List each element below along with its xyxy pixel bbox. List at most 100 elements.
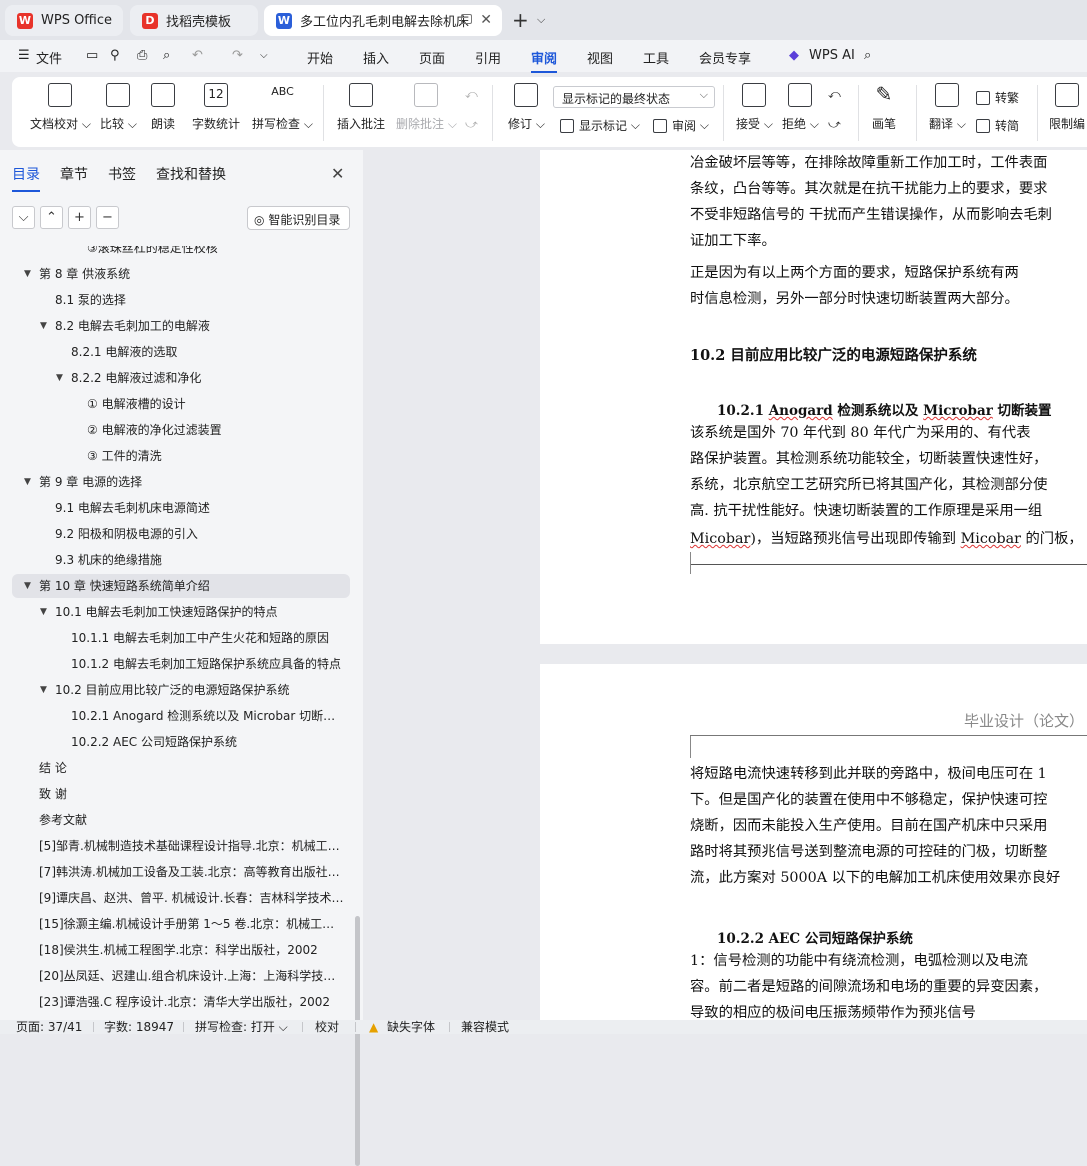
toc-item[interactable]: [7]韩洪涛.机械加工设备及工装.北京：高等教育出版社，2005	[39, 860, 345, 884]
to-traditional-button[interactable]: 转繁	[976, 89, 1019, 106]
expand-toggle-icon[interactable]: ▼	[40, 607, 47, 617]
page-indicator[interactable]: 页面: 37/41	[16, 1020, 82, 1034]
toc-item[interactable]: 9.1 电解去毛刺机床电源简述	[55, 496, 345, 520]
chevron-down-icon[interactable]: ⌵	[537, 13, 545, 27]
spell-check-button[interactable]: ABC 拼写检查 ⌵	[252, 83, 313, 132]
remove-heading-button[interactable]: −	[96, 206, 119, 229]
word-count-status[interactable]: 字数: 18947	[104, 1020, 174, 1034]
next-change-icon[interactable]: ⤻	[828, 117, 841, 132]
expand-down-button[interactable]: ⌵	[12, 206, 35, 229]
toc-item[interactable]: 9.2 阳极和阴极电源的引入	[55, 522, 345, 546]
prev-change-icon[interactable]: ⤺	[828, 87, 841, 102]
spell-check-status[interactable]: 拼写检查: 打开 ⌵	[195, 1020, 288, 1034]
toc-item[interactable]: 10.1.2 电解去毛刺加工短路保护系统应具备的特点	[71, 652, 345, 676]
menu-page[interactable]: 页面	[419, 48, 445, 67]
chevron-down-icon[interactable]: ⌵	[260, 50, 268, 61]
delete-comment-button[interactable]: 删除批注 ⌵	[396, 83, 457, 132]
toc-item[interactable]: 8.2 电解去毛刺加工的电解液	[55, 314, 345, 338]
window-icon[interactable]	[461, 14, 472, 24]
toc-item[interactable]: ③ 工件的清洗	[87, 444, 345, 468]
toc-item[interactable]: [20]丛凤廷、迟建山.组合机床设计.上海：上海科学技术出版社	[39, 964, 345, 988]
show-markup-button[interactable]: 显示标记 ⌵	[560, 117, 640, 134]
toc-item[interactable]: 8.2.2 电解液过滤和净化	[71, 366, 345, 390]
hamburger-icon[interactable]: ☰	[18, 48, 30, 63]
toc-item[interactable]: ① 电解液槽的设计	[87, 392, 345, 416]
menu-member[interactable]: 会员专享	[699, 48, 751, 67]
toc-item[interactable]: 9.3 机床的绝缘措施	[55, 548, 345, 572]
toc-item[interactable]: 10.2.2 AEC 公司短路保护系统	[71, 730, 345, 754]
proof-status[interactable]: 校对	[315, 1020, 339, 1034]
share-icon[interactable]: ⚲	[110, 48, 120, 63]
toc-item[interactable]: 结 论	[39, 756, 345, 780]
menu-file[interactable]: 文件	[36, 48, 62, 67]
toc-scrollbar[interactable]	[355, 916, 360, 1166]
menu-reference[interactable]: 引用	[475, 48, 501, 67]
next-comment-icon[interactable]: ⤻	[465, 117, 478, 132]
toc-item[interactable]: 第 9 章 电源的选择	[39, 470, 345, 494]
toc-item[interactable]: 10.2 目前应用比较广泛的电源短路保护系统	[55, 678, 345, 702]
collapse-up-button[interactable]: ⌃	[40, 206, 63, 229]
read-aloud-button[interactable]: 朗读	[151, 83, 175, 132]
search-icon[interactable]: ⌕	[864, 48, 871, 63]
word-count-button[interactable]: 12 字数统计	[192, 83, 240, 132]
restrict-edit-button[interactable]: 限制编	[1049, 83, 1085, 132]
menu-tools[interactable]: 工具	[643, 48, 669, 67]
expand-toggle-icon[interactable]: ▼	[24, 477, 31, 487]
toc-item[interactable]: [18]侯洪生.机械工程图学.北京：科学出版社，2002	[39, 938, 345, 962]
toc-item[interactable]: [15]徐灏主编.机械设计手册第 1～5 卷.北京：机械工业出版社	[39, 912, 345, 936]
close-pane-icon[interactable]: ✕	[331, 164, 344, 183]
markup-mode-select[interactable]: 显示标记的最终状态	[553, 86, 715, 108]
insert-comment-button[interactable]: 插入批注	[337, 83, 385, 132]
expand-toggle-icon[interactable]: ▼	[24, 269, 31, 279]
doc-check-button[interactable]: 文档校对 ⌵	[30, 83, 91, 132]
menu-insert[interactable]: 插入	[363, 48, 389, 67]
pen-button[interactable]: ✎ 画笔	[872, 83, 896, 132]
reject-button[interactable]: 拒绝 ⌵	[782, 83, 819, 132]
toc-item[interactable]: 8.1 泵的选择	[55, 288, 345, 312]
tab-docer-templates[interactable]: D 找稻壳模板	[130, 5, 258, 36]
toc-item[interactable]: [9]谭庆昌、赵洪、曾平. 机械设计.长春：吉林科学技术出版社	[39, 886, 345, 910]
toc-item[interactable]: ② 电解液的净化过滤装置	[87, 418, 345, 442]
toc-item[interactable]: 10.2.1 Anogard 检测系统以及 Microbar 切断装置	[71, 704, 345, 728]
translate-button[interactable]: 翻译 ⌵	[929, 83, 966, 132]
save-icon[interactable]: ▭	[86, 48, 98, 63]
toc-item[interactable]: 参考文献	[39, 808, 345, 832]
expand-toggle-icon[interactable]: ▼	[40, 685, 47, 695]
tab-sections[interactable]: 章节	[60, 164, 88, 184]
expand-toggle-icon[interactable]: ▼	[56, 373, 63, 383]
smart-toc-button[interactable]: ◎ 智能识别目录	[247, 206, 350, 230]
undo-icon[interactable]: ↶	[192, 48, 203, 63]
document-page[interactable]: 毕业设计（论文） 将短路电流快速转移到此并联的旁路中，极间电压可在 1 下。但是…	[540, 664, 1087, 1020]
missing-font-status[interactable]: 缺失字体	[387, 1020, 435, 1034]
toc-item[interactable]: [5]邹青.机械制造技术基础课程设计指导.北京：机械工业出版社	[39, 834, 345, 858]
toc-item[interactable]: 10.1.1 电解去毛刺加工中产生火花和短路的原因	[71, 626, 345, 650]
add-heading-button[interactable]: +	[68, 206, 91, 229]
menu-review[interactable]: 审阅	[531, 48, 558, 73]
menu-view[interactable]: 视图	[587, 48, 613, 67]
toc-item[interactable]: 8.2.1 电解液的选取	[71, 340, 345, 364]
accept-button[interactable]: 接受 ⌵	[736, 83, 773, 132]
document-page[interactable]: 冶金破坏层等等，在排除故障重新工作加工时，工件表面 条纹，凸台等等。其次就是在抗…	[540, 150, 1087, 644]
toc-item[interactable]: ③滚珠丝杠的稳定性校核	[87, 246, 345, 260]
close-tab-icon[interactable]: ✕	[480, 12, 492, 28]
print-icon[interactable]: ⎙	[137, 48, 147, 63]
print-preview-icon[interactable]: ⌕	[163, 48, 170, 63]
redo-icon[interactable]: ↷	[232, 48, 243, 63]
tab-document[interactable]: W 多工位内孔毛刺电解去除机床 ✕	[264, 5, 502, 36]
menu-start[interactable]: 开始	[307, 48, 333, 67]
toc-item[interactable]: 10.1 电解去毛刺加工快速短路保护的特点	[55, 600, 345, 624]
prev-comment-icon[interactable]: ⤺	[465, 87, 478, 102]
expand-toggle-icon[interactable]: ▼	[24, 581, 31, 591]
review-pane-button[interactable]: 审阅 ⌵	[653, 117, 709, 134]
tab-toc[interactable]: 目录	[12, 164, 40, 192]
revise-button[interactable]: 修订 ⌵	[508, 83, 545, 132]
toc-item[interactable]: [23]谭浩强.C 程序设计.北京：清华大学出版社，2002	[39, 990, 345, 1014]
toc-item[interactable]: 第 8 章 供液系统	[39, 262, 345, 286]
toc-item[interactable]: 致 谢	[39, 782, 345, 806]
to-simplified-button[interactable]: 转简	[976, 117, 1019, 134]
tab-wps-office[interactable]: W WPS Office	[5, 5, 123, 36]
new-tab-icon[interactable]: +	[512, 8, 529, 32]
expand-toggle-icon[interactable]: ▼	[40, 321, 47, 331]
menu-wps-ai[interactable]: WPS AI	[809, 48, 855, 63]
toc-item[interactable]: 第 10 章 快速短路系统简单介绍	[12, 574, 350, 598]
